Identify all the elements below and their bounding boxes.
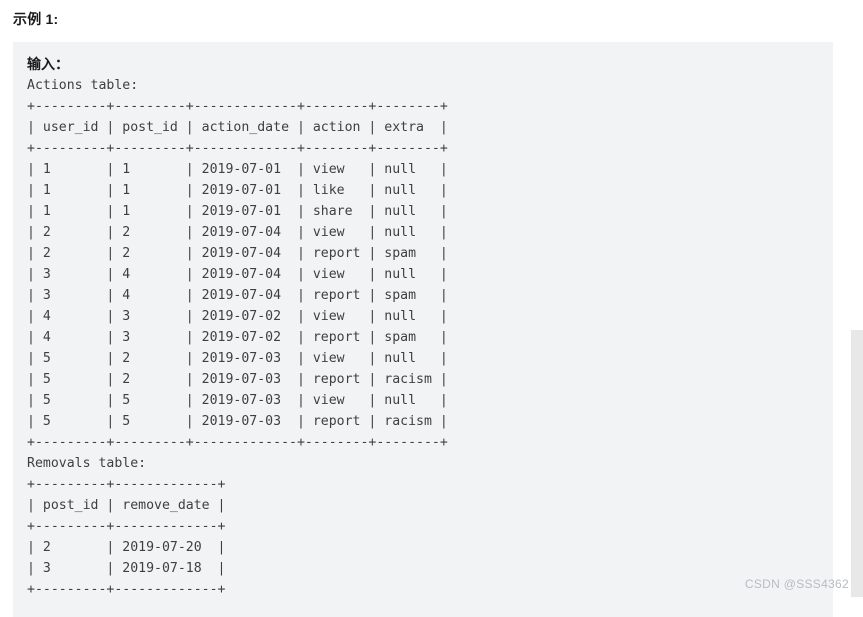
page-root: 示例 1: 输入： Actions table: +---------+----… [0,0,863,617]
code-block: 输入： Actions table: +---------+---------+… [13,42,833,617]
page-scrollbar-thumb[interactable] [851,330,863,597]
actions-and-removals-tables: Actions table: +---------+---------+----… [27,78,448,597]
input-heading: 输入： [27,56,69,72]
page-scrollbar-track[interactable] [851,0,863,597]
page-title: 示例 1: [13,11,59,27]
watermark: CSDN @SSS4362 [744,577,849,591]
